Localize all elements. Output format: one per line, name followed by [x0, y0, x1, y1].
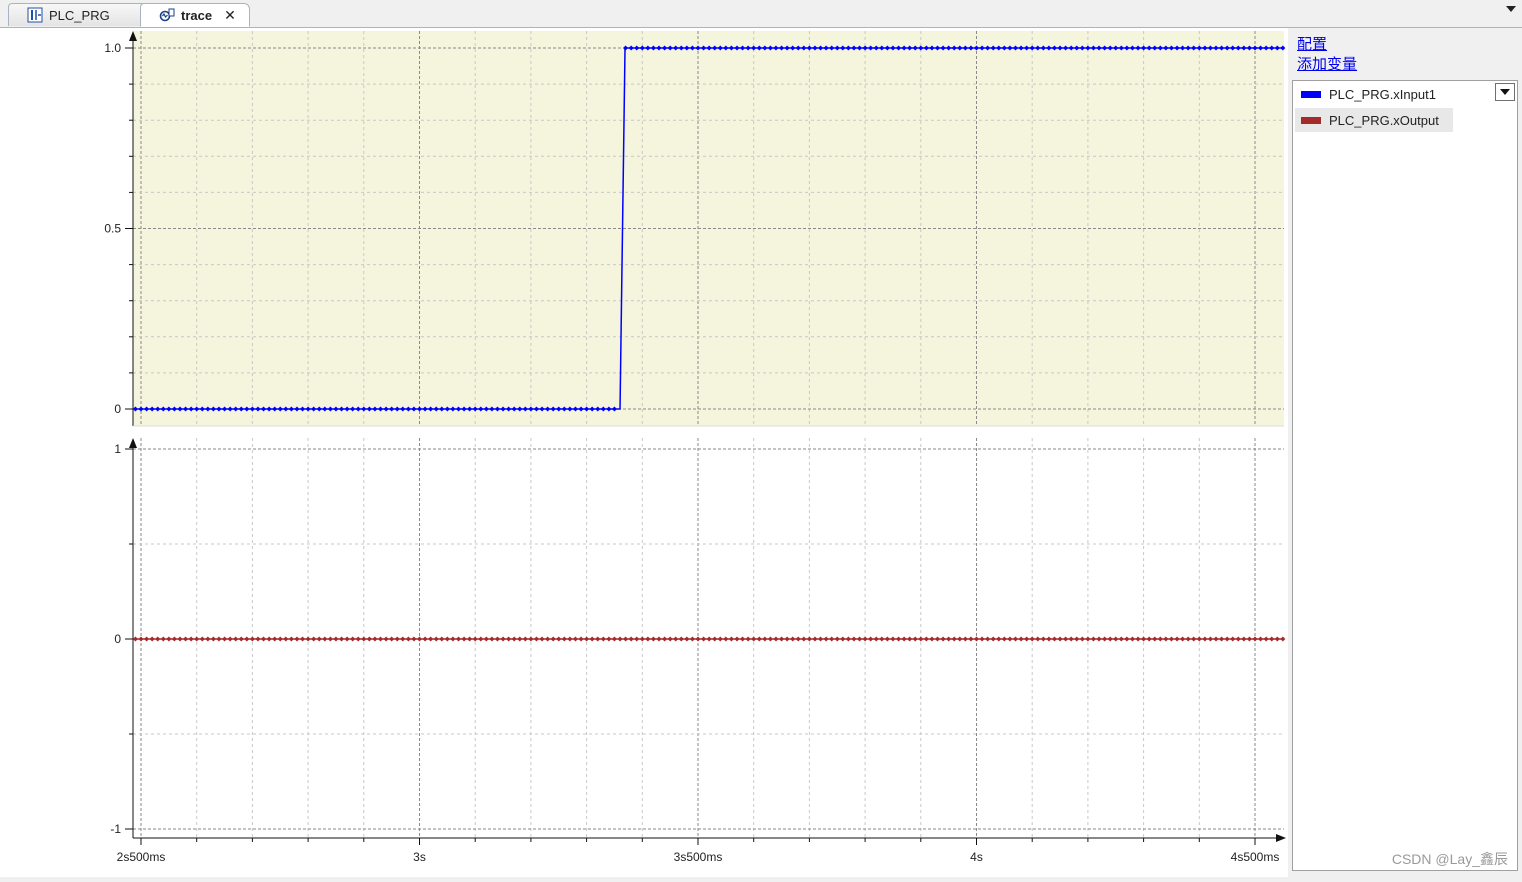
- program-icon: [27, 7, 43, 23]
- x-tick-label: 4s500ms: [1231, 850, 1280, 864]
- add-variable-link[interactable]: 添加变量: [1297, 53, 1357, 74]
- y-tick-label: 0: [114, 402, 121, 416]
- y-tick-label: 0.5: [104, 222, 121, 236]
- legend-item-xoutput[interactable]: PLC_PRG.xOutput: [1295, 108, 1453, 132]
- x-tick-label: 2s500ms: [117, 850, 166, 864]
- tab-list-dropdown-icon[interactable]: [1506, 6, 1516, 12]
- y-tick-label: -1: [110, 822, 121, 836]
- x-tick-label: 3s500ms: [674, 850, 723, 864]
- tab-label: trace: [181, 7, 213, 23]
- trace-icon: [159, 8, 175, 22]
- close-icon[interactable]: ✕: [224, 7, 236, 24]
- y-tick-label: 0: [114, 632, 121, 646]
- tab-plc-prg[interactable]: PLC_PRG: [8, 3, 148, 26]
- x-tick-label: 3s: [413, 850, 426, 864]
- y-tick-label: 1.0: [104, 41, 121, 55]
- variable-legend: PLC_PRG.xInput1 PLC_PRG.xOutput: [1292, 80, 1518, 871]
- legend-dropdown-icon[interactable]: [1495, 83, 1515, 101]
- trace-side-panel: 配置 添加变量 PLC_PRG.xInput1 PLC_PRG.xOutput: [1288, 28, 1522, 877]
- tab-trace[interactable]: trace ✕: [140, 3, 250, 27]
- x-tick-label: 4s: [970, 850, 983, 864]
- tab-label: PLC_PRG: [49, 7, 110, 23]
- config-link[interactable]: 配置: [1297, 33, 1327, 54]
- trace-chart[interactable]: 0 0.5 1.0 -1 0 1 2s500ms 3s 3s500ms 4s 4s500ms: [0, 28, 1288, 877]
- series-color-swatch: [1301, 116, 1321, 124]
- legend-item-xinput1[interactable]: PLC_PRG.xInput1: [1295, 82, 1450, 106]
- series-color-swatch: [1301, 90, 1321, 98]
- y-tick-label: 1: [114, 442, 121, 456]
- legend-label: PLC_PRG.xInput1: [1329, 86, 1436, 102]
- legend-label: PLC_PRG.xOutput: [1329, 112, 1439, 128]
- editor-tab-bar: PLC_PRG trace ✕: [0, 0, 1522, 28]
- watermark: CSDN @Lay_鑫辰: [1391, 851, 1508, 867]
- trace-chart-area[interactable]: 0 0.5 1.0 -1 0 1 2s500ms 3s 3s500ms 4s 4s500ms: [0, 28, 1288, 877]
